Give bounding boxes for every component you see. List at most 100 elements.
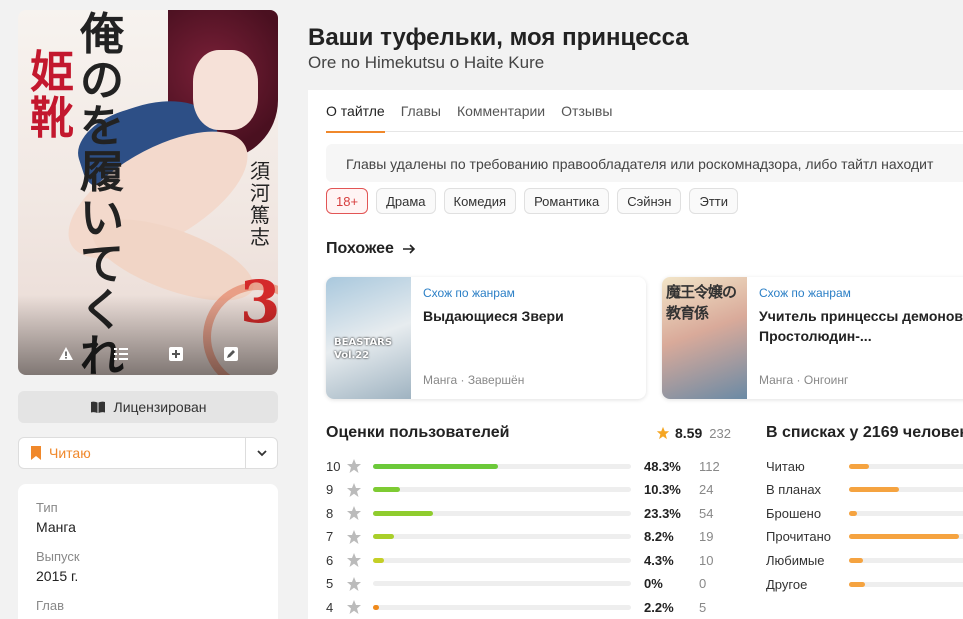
list-name: В планах	[766, 482, 822, 498]
star-icon	[347, 506, 361, 520]
list-row: Прочитано	[766, 527, 963, 547]
similar-cover: 魔王令嬢の教育係	[662, 277, 747, 399]
page-title: Ваши туфельки, моя принцесса	[308, 24, 689, 51]
tab-reviews[interactable]: Отзывы	[561, 96, 612, 132]
star-icon	[347, 459, 361, 473]
star-icon	[347, 529, 361, 544]
rating-bar	[373, 510, 631, 516]
similar-name[interactable]: Выдающиеся Звери	[423, 306, 638, 326]
rating-votes: 232	[709, 425, 731, 441]
tag-ecchi[interactable]: Этти	[689, 188, 738, 214]
list-bar	[849, 581, 963, 587]
similar-card[interactable]: BEASTARS Vol.22 Схож по жанрам Выдающиес…	[326, 277, 646, 399]
list-bar	[849, 557, 963, 563]
list-bar	[849, 534, 963, 540]
rating-score: 5	[326, 576, 334, 591]
rating-bar-fill	[373, 534, 395, 539]
similar-kind: Схож по жанрам	[759, 286, 851, 300]
tag-comedy[interactable]: Комедия	[443, 188, 517, 214]
reading-status-select[interactable]: Читаю	[18, 437, 278, 469]
genre-tags: 18+ Драма Комедия Романтика Сэйнэн Этти	[326, 188, 738, 214]
list-bar-fill	[849, 487, 899, 493]
arrow-right-icon	[402, 244, 416, 254]
rating-score: 9	[326, 482, 334, 497]
add-icon[interactable]	[165, 343, 187, 365]
list-bar	[849, 510, 963, 516]
rating-row: 8 23.3% 54	[326, 503, 713, 523]
rating-count: 19	[699, 529, 714, 544]
star-icon	[347, 600, 361, 614]
cover-actions	[18, 343, 278, 365]
rating-percent: 8.2%	[644, 529, 674, 544]
rating-count: 5	[699, 599, 707, 615]
info-card: Тип Манга Выпуск 2015 г. Глав	[18, 484, 278, 619]
similar-kind: Схож по жанрам	[423, 286, 515, 300]
rating-score: 7	[326, 529, 334, 544]
ratings-heading: Оценки пользователей	[326, 424, 510, 441]
list-name: Другое	[766, 576, 808, 592]
rating-count: 24	[699, 482, 714, 497]
main-content: Ваши туфельки, моя принцесса Ore no Hime…	[308, 0, 963, 619]
rating-score: 4	[326, 599, 334, 615]
similar-cover-title: 魔王令嬢の教育係	[666, 283, 737, 322]
reading-status-button[interactable]: Читаю	[19, 438, 245, 468]
notice-banner: Главы удалены по требованию правообладат…	[326, 144, 963, 182]
rating-row: 9 10.3% 24	[326, 480, 713, 500]
similar-card[interactable]: 魔王令嬢の教育係 Схож по жанрам Учитель принцесс…	[662, 277, 963, 399]
rating-percent: 0%	[644, 576, 663, 591]
rating-row: 10 48.3% 112	[326, 456, 720, 476]
rating-average: 8.59 232	[656, 425, 731, 441]
list-name: Любимые	[766, 552, 825, 568]
rating-percent: 23.3%	[644, 505, 681, 521]
list-row: Другое	[766, 574, 963, 594]
book-icon	[90, 401, 105, 413]
cover-image[interactable]: 俺のを履いてくれ 姫靴 須河篤志 3	[18, 10, 278, 375]
tag-romance[interactable]: Романтика	[524, 188, 610, 214]
list-row: В планах	[766, 480, 963, 500]
star-icon	[656, 426, 670, 440]
rating-row: 7 8.2% 19	[326, 527, 713, 547]
info-value: Манга	[36, 519, 76, 535]
tab-chapters[interactable]: Главы	[401, 96, 441, 132]
rating-bar	[373, 487, 631, 492]
reading-status-dropdown[interactable]	[245, 438, 277, 468]
tab-comments[interactable]: Комментарии	[457, 96, 545, 132]
list-bar-fill	[849, 510, 857, 516]
similar-name[interactable]: Учитель принцессы демонов: Простолюдин-.…	[759, 306, 963, 346]
rating-bar-fill	[373, 463, 498, 469]
info-label: Тип	[36, 500, 58, 515]
rating-bar-fill	[373, 510, 434, 516]
info-value: 2015 г.	[36, 568, 79, 584]
list-row: Читаю	[766, 456, 963, 476]
warning-icon[interactable]	[55, 343, 77, 365]
cover-title-red: 姫靴	[30, 47, 74, 144]
rating-bar	[373, 463, 631, 469]
rating-percent: 4.3%	[644, 552, 674, 568]
licensed-button[interactable]: Лицензирован	[18, 391, 278, 423]
star-icon	[347, 576, 361, 591]
rating-score: 8	[326, 505, 334, 521]
star-icon	[347, 553, 361, 567]
lists-heading: В списках у 2169 человек	[766, 424, 963, 441]
licensed-label: Лицензирован	[113, 399, 207, 415]
rating-count: 54	[699, 505, 714, 521]
edit-icon[interactable]	[220, 343, 242, 365]
rating-bar-fill	[373, 604, 379, 610]
tag-age-rating[interactable]: 18+	[326, 188, 369, 214]
list-bar-fill	[849, 557, 863, 563]
list-name: Брошено	[766, 505, 822, 521]
similar-meta: Манга · Завершён	[423, 373, 525, 387]
list-row: Брошено	[766, 503, 963, 523]
list-icon[interactable]	[110, 343, 132, 365]
list-row: Любимые	[766, 550, 963, 570]
rating-percent: 2.2%	[644, 599, 674, 615]
similar-heading-link[interactable]: Похожее	[326, 240, 416, 258]
list-name: Читаю	[766, 458, 805, 474]
info-label: Выпуск	[36, 549, 80, 564]
tabs: О тайтле Главы Комментарии Отзывы	[326, 96, 963, 133]
rating-bar	[373, 534, 631, 539]
tag-seinen[interactable]: Сэйнэн	[617, 188, 682, 214]
tab-about[interactable]: О тайтле	[326, 96, 385, 133]
tag-drama[interactable]: Драма	[376, 188, 436, 214]
list-bar	[849, 463, 963, 469]
